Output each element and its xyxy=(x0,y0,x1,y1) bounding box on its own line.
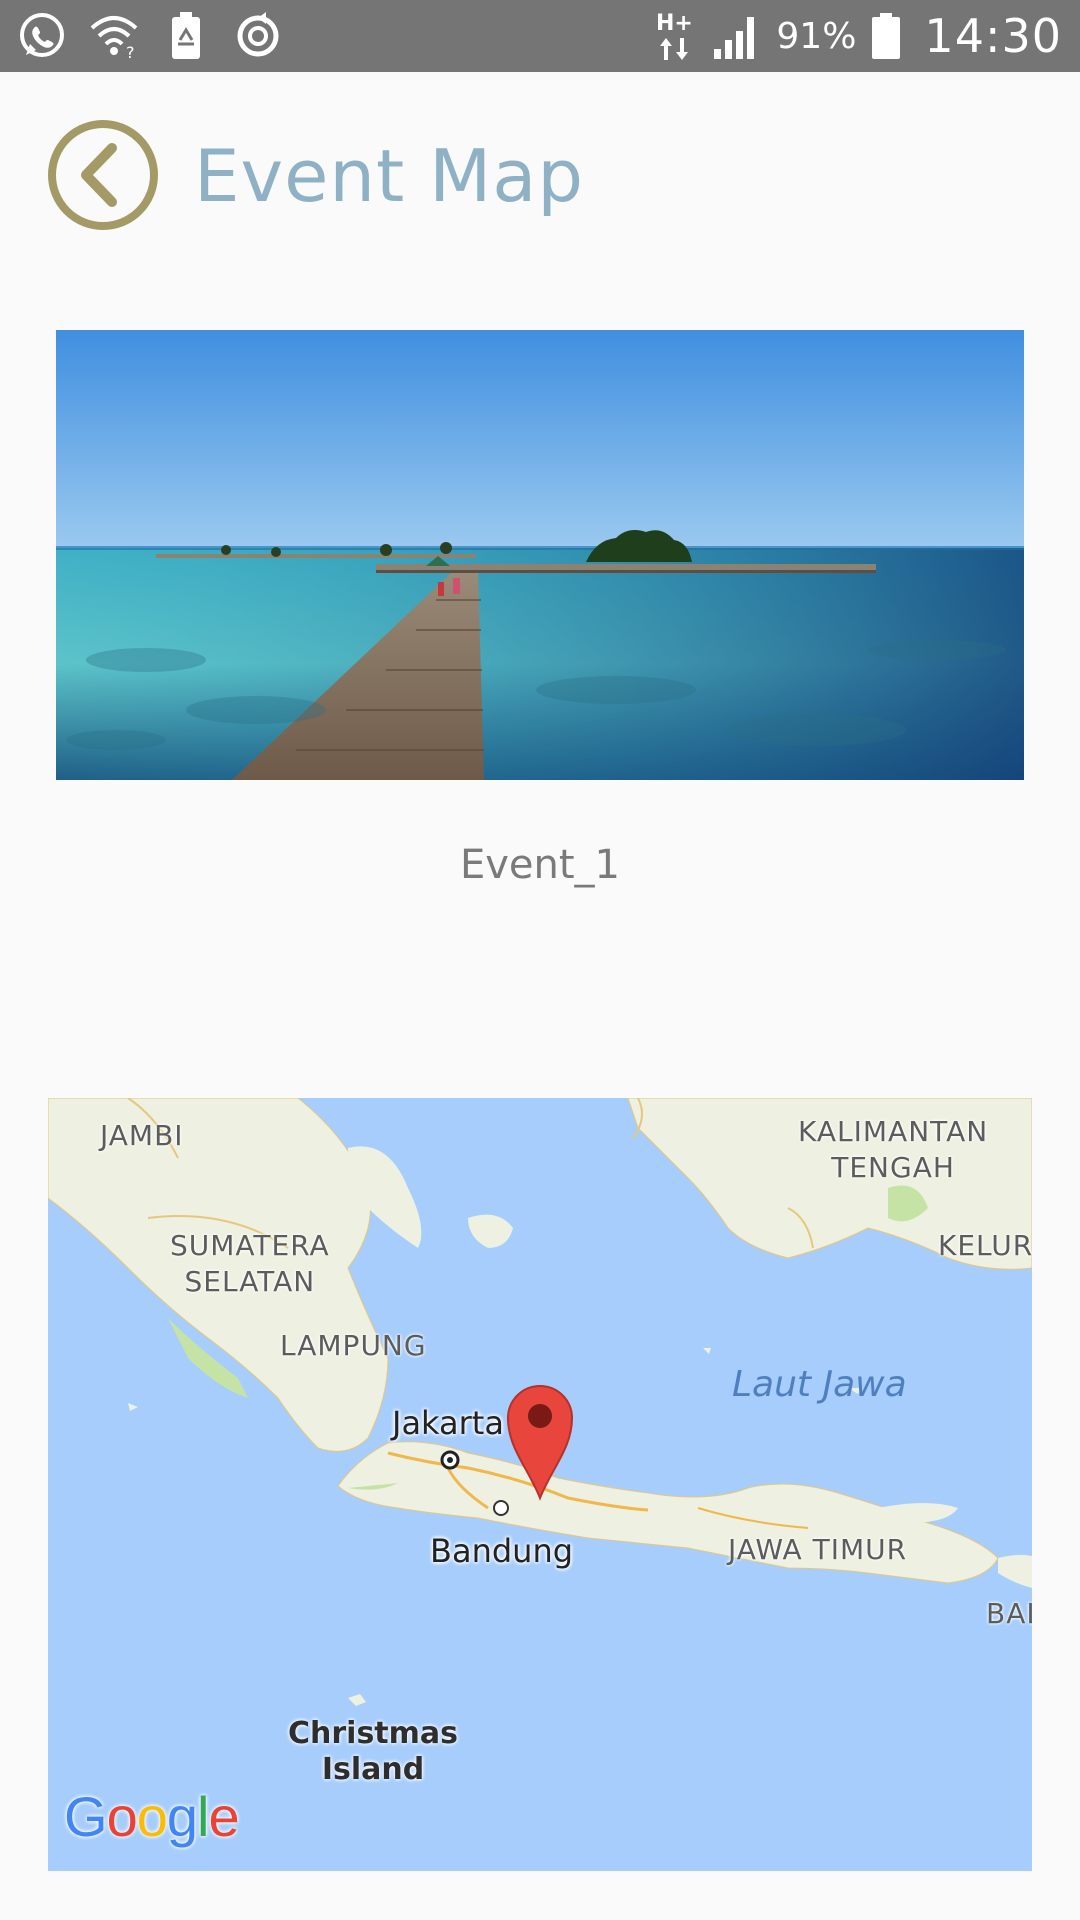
map-city-jakarta: Jakarta xyxy=(392,1404,504,1442)
back-chevron-icon xyxy=(48,120,158,230)
svg-text:?: ? xyxy=(126,43,135,62)
google-logo-letter: l xyxy=(197,1785,209,1848)
map-label-sumatera-selatan: SUMATERA SELATAN xyxy=(170,1228,330,1300)
google-logo-letter: g xyxy=(166,1785,198,1848)
event-image xyxy=(56,330,1024,780)
notification-icons: ? xyxy=(14,8,302,64)
map-label-jawa-timur: JAWA TIMUR xyxy=(728,1533,908,1566)
status-time: 14:30 xyxy=(924,9,1062,63)
map-city-bandung: Bandung xyxy=(430,1532,574,1570)
map-label-jambi: JAMBI xyxy=(100,1119,184,1152)
battery-saver-icon xyxy=(158,8,214,64)
battery-percent: 91% xyxy=(776,15,857,57)
map-label-kelura: KELURA xyxy=(938,1229,1032,1262)
sync-icon xyxy=(230,8,286,64)
map-label-lampung: LAMPUNG xyxy=(280,1329,427,1362)
whatsapp-icon xyxy=(14,8,70,64)
back-button[interactable] xyxy=(46,118,160,232)
google-logo-letter: G xyxy=(64,1785,108,1848)
page-title: Event Map xyxy=(194,134,585,218)
map-label-line: TENGAH xyxy=(831,1151,955,1184)
map-label-line: SELATAN xyxy=(184,1265,316,1298)
map-label-line: Christmas xyxy=(288,1716,459,1751)
google-logo[interactable]: Google xyxy=(64,1784,240,1849)
map-label-christmas-island: Christmas Island xyxy=(288,1716,458,1788)
status-bar: ? H+ 91% 14:30 xyxy=(0,0,1080,72)
google-logo-letter: o xyxy=(106,1785,138,1848)
map-label-kalimantan-tengah: KALIMANTAN TENGAH xyxy=(798,1114,988,1186)
map-base xyxy=(48,1098,1032,1706)
battery-icon xyxy=(870,11,902,61)
signal-icon xyxy=(712,11,762,61)
map-label-line: KALIMANTAN xyxy=(798,1115,989,1148)
wifi-icon: ? xyxy=(86,8,142,64)
map-label-bali: BAL xyxy=(986,1597,1032,1630)
map-label-line: Island xyxy=(321,1752,425,1787)
svg-text:H+: H+ xyxy=(656,11,693,36)
map-label-laut-jawa: Laut Jawa xyxy=(732,1364,907,1405)
map-label-line: SUMATERA xyxy=(170,1229,330,1262)
google-logo-letter: e xyxy=(208,1785,239,1848)
app-header: Event Map xyxy=(0,72,1080,282)
network-type-icon: H+ xyxy=(654,8,698,64)
event-name: Event_1 xyxy=(459,842,621,888)
google-logo-letter: o xyxy=(136,1785,168,1848)
event-map[interactable]: JAMBI SUMATERA SELATAN LAMPUNG KALIMANTA… xyxy=(48,1098,1032,1871)
system-icons: H+ 91% 14:30 xyxy=(640,0,1062,72)
